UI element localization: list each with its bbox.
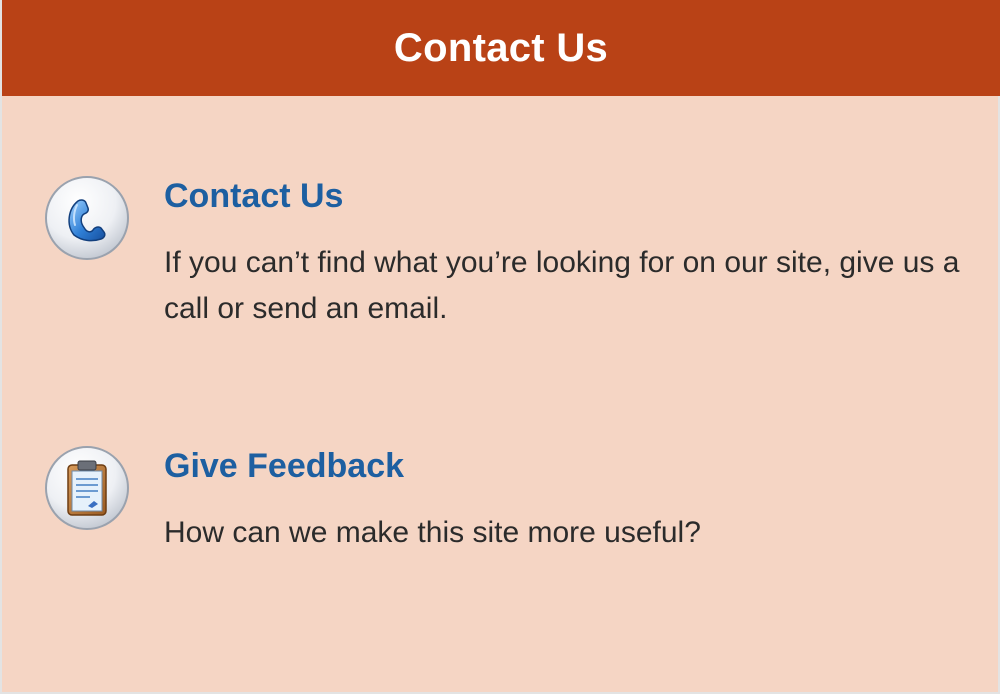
phone-icon[interactable] [44, 175, 130, 261]
contact-us-link[interactable]: Contact Us [164, 170, 343, 222]
panel-header: Contact Us [2, 0, 1000, 96]
give-feedback-description: How can we make this site more useful? [164, 516, 701, 549]
contact-panel: Contact Us Contact Us If you can’t find … [0, 0, 1000, 694]
clipboard-icon[interactable] [44, 445, 130, 531]
contact-us-description: If you can’t find what you’re looking fo… [164, 246, 960, 325]
panel-title: Contact Us [393, 25, 609, 70]
give-feedback-link[interactable]: Give Feedback [164, 440, 404, 492]
